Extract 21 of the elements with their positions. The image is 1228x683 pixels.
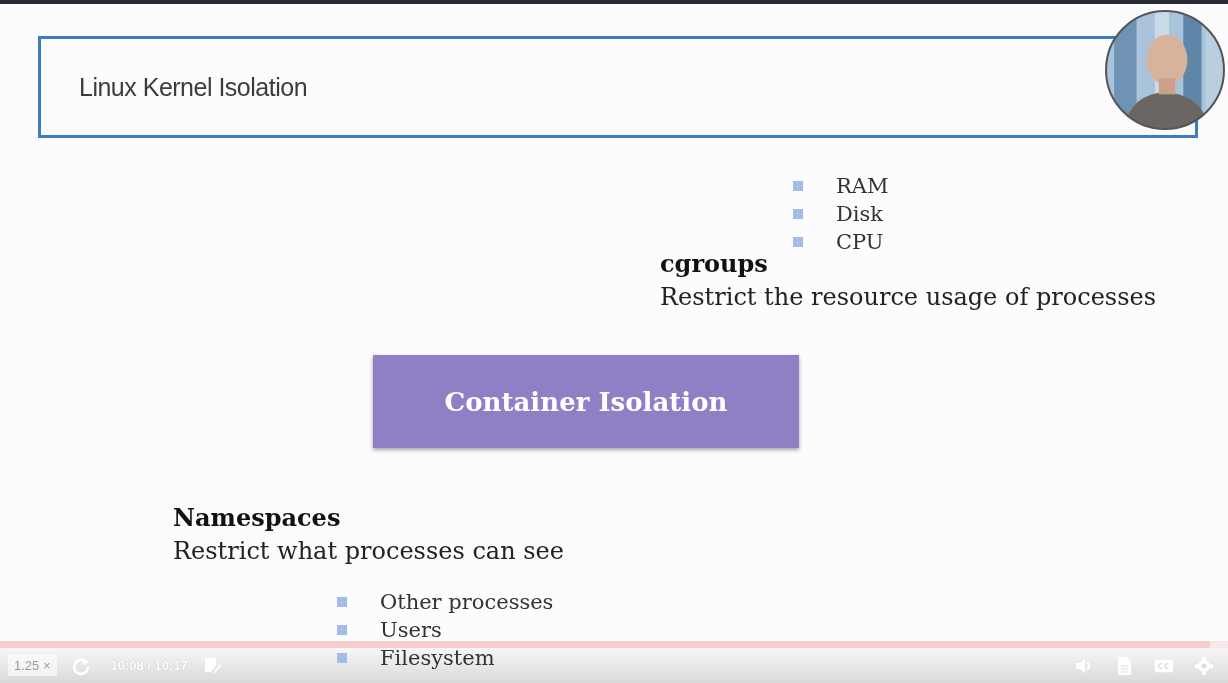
- bullet-icon: [337, 653, 347, 663]
- container-isolation-box: Container Isolation: [373, 355, 799, 448]
- bullet-text: CPU: [836, 230, 884, 254]
- bullet-icon: [793, 237, 803, 247]
- settings-icon[interactable]: [1194, 655, 1214, 676]
- bullet-text: Disk: [836, 202, 884, 226]
- bullet-text: Other processes: [380, 590, 554, 614]
- namespaces-description: Restrict what processes can see: [173, 536, 564, 567]
- bullet-text: Users: [380, 618, 442, 642]
- bullet-icon: [337, 625, 347, 635]
- slide-title: Linux Kernel Isolation: [79, 72, 308, 102]
- bullet-text: Filesystem: [380, 646, 495, 670]
- bullet-icon: [793, 181, 803, 191]
- bullet-icon: [337, 597, 347, 607]
- cgroups-heading: cgroups: [660, 248, 769, 280]
- rewind-icon[interactable]: [70, 655, 91, 676]
- namespaces-heading: Namespaces: [173, 502, 342, 534]
- speed-button[interactable]: 1.25 ×: [8, 655, 57, 676]
- cgroups-description: Restrict the resource usage of processes: [660, 282, 1156, 313]
- bullet-icon: [793, 209, 803, 219]
- bullet-text: RAM: [836, 174, 889, 198]
